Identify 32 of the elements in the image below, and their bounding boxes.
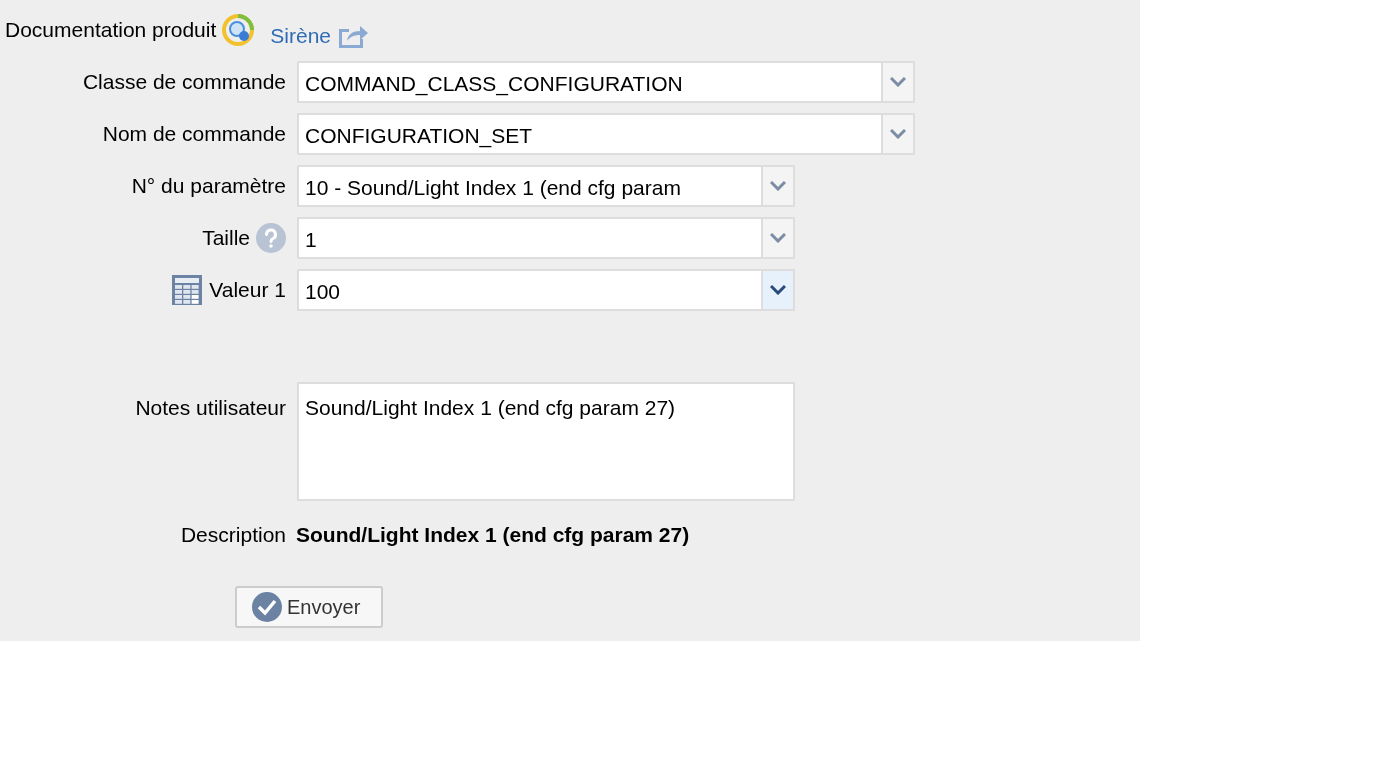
select-value: 1 — [304, 226, 318, 253]
select-field[interactable]: CONFIGURATION_SET — [297, 112, 915, 155]
documentation-icon[interactable] — [222, 13, 255, 46]
chevron-down-icon — [890, 128, 906, 139]
chevron-down-icon — [770, 284, 786, 295]
select-field[interactable]: 1 — [297, 216, 795, 259]
table-icon[interactable] — [171, 273, 204, 306]
select-field[interactable]: 100 — [297, 268, 795, 311]
description-text: Sound/Light Index 1 (end cfg param 27) — [296, 521, 690, 548]
help-icon[interactable] — [256, 222, 286, 253]
chevron-down-icon — [890, 76, 906, 87]
select-value: COMMAND_CLASS_CONFIGURATION — [304, 70, 684, 98]
submit-button[interactable]: Envoyer — [235, 586, 383, 628]
field-label: Nom de commande — [102, 120, 286, 147]
chevron-down-icon — [770, 180, 786, 191]
select-value: 10 - Sound/Light Index 1 (end cfg param — [304, 174, 682, 201]
dropdown-button[interactable] — [761, 270, 793, 309]
field-label: Classe de commande — [82, 68, 286, 95]
field-label: N° du paramètre — [131, 172, 286, 199]
notes-textarea[interactable]: Sound/Light Index 1 (end cfg param 27) — [297, 381, 795, 501]
select-field[interactable]: COMMAND_CLASS_CONFIGURATION — [297, 60, 915, 103]
field-label: Valeur 1 — [209, 276, 286, 303]
chevron-down-icon — [770, 232, 786, 243]
select-value: 100 — [304, 278, 342, 305]
field-label: Description — [179, 521, 286, 548]
field-label: Notes utilisateur — [134, 394, 286, 421]
field-label: Documentation produit — [5, 17, 217, 43]
product-link[interactable]: Sirène — [270, 20, 369, 52]
check-icon — [251, 591, 283, 623]
select-value: CONFIGURATION_SET — [304, 122, 534, 150]
select-field[interactable]: 10 - Sound/Light Index 1 (end cfg param — [297, 164, 795, 207]
field-label: Taille — [202, 224, 250, 251]
